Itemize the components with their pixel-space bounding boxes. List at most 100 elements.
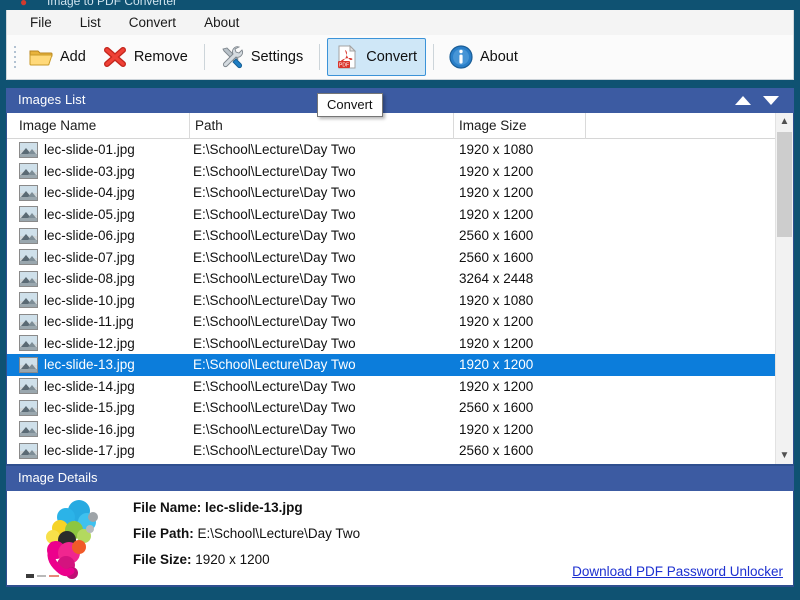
remove-button-label: Remove [133, 49, 188, 65]
scroll-down-arrow-icon[interactable]: ▼ [776, 447, 793, 464]
remove-button[interactable]: Remove [95, 38, 197, 76]
cell-image-size: 1920 x 1200 [459, 335, 534, 351]
wrench-screwdriver-icon [219, 44, 245, 70]
table-row[interactable]: lec-slide-05.jpg E:\School\Lecture\Day Tw… [7, 204, 793, 226]
move-up-button[interactable] [735, 95, 752, 107]
list-vertical-scrollbar[interactable]: ▲ ▼ [775, 113, 793, 464]
cell-image-name: lec-slide-17.jpg [19, 442, 135, 459]
info-icon [448, 44, 474, 70]
cell-image-name-text: lec-slide-17.jpg [44, 443, 135, 459]
toolbar-separator-3 [433, 44, 434, 70]
toolbar-separator-2 [319, 44, 321, 70]
cell-image-name-text: lec-slide-01.jpg [44, 142, 135, 158]
cell-image-size: 1920 x 1200 [459, 163, 534, 179]
cell-image-name-text: lec-slide-16.jpg [44, 421, 135, 437]
cell-path: E:\School\Lecture\Day Two [193, 142, 356, 158]
table-row[interactable]: lec-slide-15.jpg E:\School\Lecture\Day Tw… [7, 397, 793, 419]
image-details-body: File Name: lec-slide-13.jpg File Path: E… [6, 491, 794, 587]
images-list-title: Images List [18, 92, 86, 107]
cell-image-name: lec-slide-10.jpg [19, 292, 135, 309]
image-thumbnail-icon [19, 249, 38, 266]
cell-path: E:\School\Lecture\Day Two [193, 314, 356, 330]
table-row[interactable]: lec-slide-03.jpg E:\School\Lecture\Day Tw… [7, 161, 793, 183]
settings-button-label: Settings [250, 49, 304, 65]
pdf-icon: PDF [334, 44, 360, 70]
cell-image-name: lec-slide-15.jpg [19, 399, 135, 416]
cell-image-name: lec-slide-08.jpg [19, 270, 135, 287]
cell-image-name: lec-slide-05.jpg [19, 206, 135, 223]
cell-path: E:\School\Lecture\Day Two [193, 249, 356, 265]
cell-image-size: 1920 x 1080 [459, 142, 534, 158]
scroll-up-arrow-icon[interactable]: ▲ [776, 113, 793, 130]
cell-path: E:\School\Lecture\Day Two [193, 378, 356, 394]
folder-open-icon [28, 44, 54, 70]
table-row[interactable]: lec-slide-17.jpg E:\School\Lecture\Day Tw… [7, 440, 793, 462]
table-row[interactable]: lec-slide-12.jpg E:\School\Lecture\Day Tw… [7, 333, 793, 355]
about-button[interactable]: About [441, 38, 527, 76]
table-row[interactable]: lec-slide-06.jpg E:\School\Lecture\Day Tw… [7, 225, 793, 247]
cell-image-name-text: lec-slide-11.jpg [44, 314, 134, 330]
table-row[interactable]: lec-slide-07.jpg E:\School\Lecture\Day Tw… [7, 247, 793, 269]
table-row[interactable]: lec-slide-10.jpg E:\School\Lecture\Day Tw… [7, 290, 793, 312]
cell-path: E:\School\Lecture\Day Two [193, 335, 356, 351]
column-divider-1[interactable] [189, 113, 190, 139]
table-row[interactable]: lec-slide-16.jpg E:\School\Lecture\Day Tw… [7, 419, 793, 441]
image-thumbnail-icon [19, 378, 38, 395]
cell-image-name-text: lec-slide-13.jpg [44, 357, 135, 373]
detail-file-path-value: E:\School\Lecture\Day Two [197, 526, 361, 541]
cell-path: E:\School\Lecture\Day Two [193, 185, 356, 201]
settings-button[interactable]: Settings [212, 38, 312, 76]
download-pdf-password-unlocker-link[interactable]: Download PDF Password Unlocker [572, 564, 783, 579]
cell-image-size: 2560 x 1600 [459, 228, 534, 244]
cell-path: E:\School\Lecture\Day Two [193, 357, 356, 373]
table-row[interactable]: lec-slide-08.jpg E:\School\Lecture\Day Tw… [7, 268, 793, 290]
menu-item-file[interactable]: File [19, 12, 63, 33]
window-title: Image to PDF Converter [47, 0, 178, 8]
cell-image-name-text: lec-slide-15.jpg [44, 400, 135, 416]
image-thumbnail-icon [19, 313, 38, 330]
cell-path: E:\School\Lecture\Day Two [193, 271, 356, 287]
cell-path: E:\School\Lecture\Day Two [193, 206, 356, 222]
table-row[interactable]: lec-slide-14.jpg E:\School\Lecture\Day Tw… [7, 376, 793, 398]
cell-path: E:\School\Lecture\Day Two [193, 400, 356, 416]
table-row[interactable]: lec-slide-13.jpg E:\School\Lecture\Day Tw… [7, 354, 793, 376]
cell-image-size: 1920 x 1200 [459, 357, 534, 373]
table-row[interactable]: lec-slide-01.jpg E:\School\Lecture\Day Tw… [7, 139, 793, 161]
image-thumbnail-icon [19, 421, 38, 438]
table-row[interactable]: lec-slide-11.jpg E:\School\Lecture\Day Tw… [7, 311, 793, 333]
image-thumbnail-icon [19, 356, 38, 373]
cell-image-name-text: lec-slide-08.jpg [44, 271, 135, 287]
cell-image-name: lec-slide-12.jpg [19, 335, 135, 352]
application-window: ● Image to PDF Converter File List Conve… [0, 0, 800, 600]
column-header-image-name[interactable]: Image Name [19, 118, 96, 133]
detail-file-name-value: lec-slide-13.jpg [205, 500, 303, 515]
image-details-text: File Name: lec-slide-13.jpg File Path: E… [133, 500, 360, 578]
scrollbar-thumb[interactable] [777, 132, 792, 237]
move-down-button[interactable] [763, 95, 780, 107]
column-header-image-size[interactable]: Image Size [459, 118, 527, 133]
cell-image-size: 2560 x 1600 [459, 249, 534, 265]
cell-image-name-text: lec-slide-04.jpg [44, 185, 135, 201]
cell-image-name: lec-slide-07.jpg [19, 249, 135, 266]
menu-item-convert[interactable]: Convert [118, 12, 187, 33]
cell-image-name-text: lec-slide-14.jpg [44, 378, 135, 394]
about-button-label: About [480, 49, 518, 65]
app-icon: ● [20, 0, 28, 9]
menu-item-about[interactable]: About [193, 12, 250, 33]
column-divider-2[interactable] [453, 113, 454, 139]
images-list-rows: lec-slide-01.jpg E:\School\Lecture\Day Tw… [7, 139, 793, 464]
image-thumbnail-icon [19, 163, 38, 180]
table-row[interactable]: lec-slide-04.jpg E:\School\Lecture\Day Tw… [7, 182, 793, 204]
cell-image-name-text: lec-slide-05.jpg [44, 206, 135, 222]
convert-tooltip: Convert [317, 93, 383, 117]
menu-item-list[interactable]: List [69, 12, 112, 33]
toolbar-grip[interactable] [11, 43, 19, 71]
red-x-icon [102, 44, 128, 70]
column-divider-3[interactable] [585, 113, 586, 139]
image-thumbnail-icon [19, 184, 38, 201]
convert-button[interactable]: PDF Convert [327, 38, 426, 76]
cell-image-name-text: lec-slide-07.jpg [44, 249, 135, 265]
image-details-header: Image Details [6, 466, 794, 491]
column-header-path[interactable]: Path [195, 118, 223, 133]
add-button[interactable]: Add [21, 38, 95, 76]
